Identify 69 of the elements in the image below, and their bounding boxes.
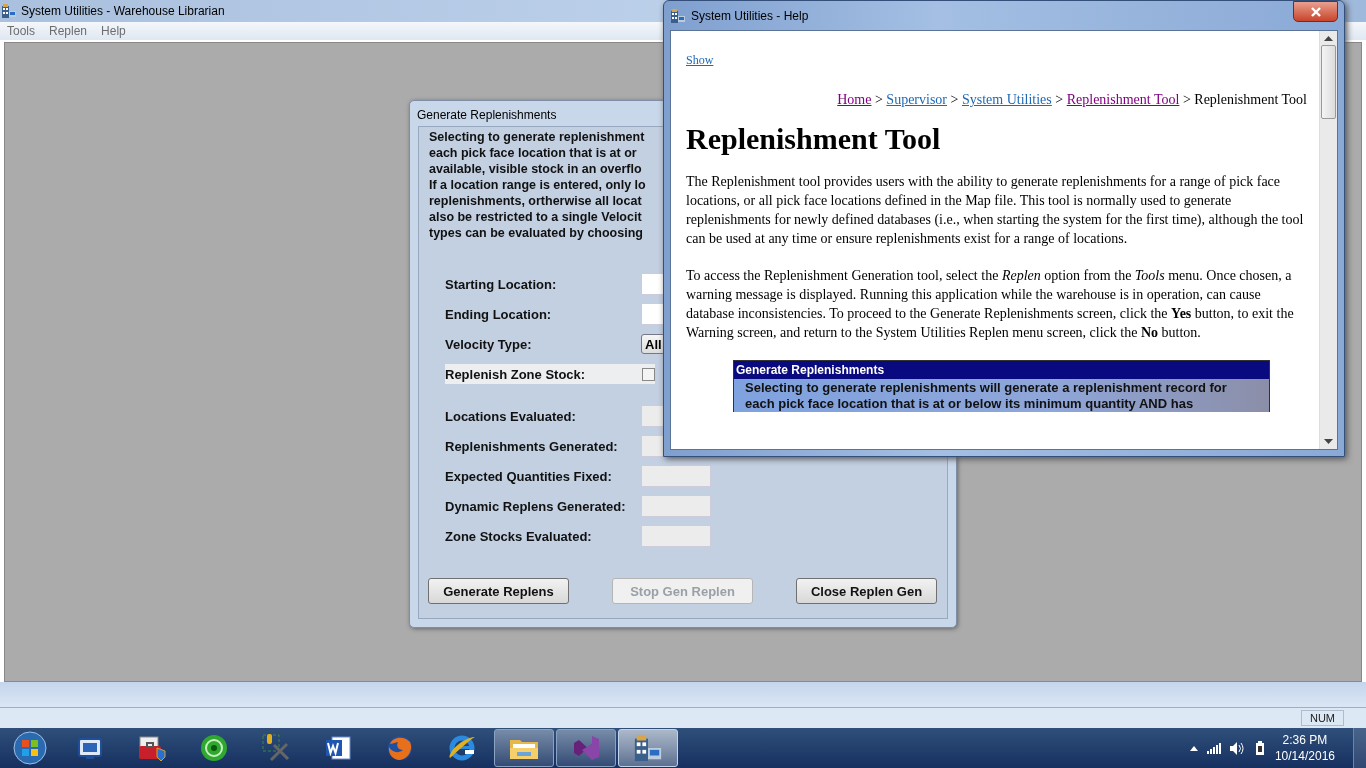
tray-expand-icon[interactable] <box>1189 745 1198 751</box>
breadcrumb-link[interactable]: System Utilities <box>961 92 1052 107</box>
paragraph: To access the Replenishment Generation tool, select the Replen option from the Tools menu. Once chosen, a warning message is displayed. Running this application while the warehouse is in operation, can cause database inconsistencies. To proceed to the Generate Replenishments screen, click the Yes button, to exit the Warning screen, and return to the System Utilities Replen menu screen, click the No button. <box>686 267 1295 342</box>
breadcrumb-current: Replenishment Tool <box>1194 92 1307 107</box>
field-label: Starting Location: <box>445 276 558 292</box>
start-button[interactable] <box>12 730 48 766</box>
clock[interactable]: 2:36 PM 10/14/2016 <box>1274 732 1335 764</box>
breadcrumb-link[interactable]: Home <box>837 92 872 107</box>
breadcrumb-separator: > <box>950 92 959 107</box>
page-heading: Replenishment Tool <box>686 122 942 156</box>
window-title: System Utilities - Help <box>691 8 809 23</box>
field-label: Expected Quantities Fixed: <box>445 468 613 484</box>
tools-icon <box>261 733 291 763</box>
description-text: each pick face location that is at or <box>429 145 638 161</box>
toolbox-icon <box>137 734 167 762</box>
description-text: types can be evaluated by choosing <box>429 225 644 241</box>
breadcrumb-separator: > <box>1055 92 1064 107</box>
speaker-icon[interactable] <box>1229 741 1245 755</box>
description-text: replenishments, ortherwise all locat <box>429 193 643 209</box>
scroll-thumb[interactable] <box>1321 45 1336 119</box>
window-icon <box>77 736 103 760</box>
description-text: Selecting to generate replenishment <box>429 129 646 145</box>
show-link[interactable]: Show <box>686 53 714 68</box>
globe-icon <box>386 734 414 762</box>
scroll-down-icon[interactable] <box>1324 438 1333 444</box>
app-icon <box>670 7 686 24</box>
dialog-button[interactable]: Generate Replens <box>428 578 569 604</box>
screenshot-text: Selecting to generate replenishments will generate a replenishment record for <box>745 380 1228 396</box>
menu-item[interactable]: Tools <box>0 24 42 38</box>
signal-icon[interactable] <box>1206 742 1221 754</box>
building-icon <box>633 733 663 763</box>
disc-icon <box>200 734 228 762</box>
breadcrumb-link[interactable]: Supervisor <box>886 92 948 107</box>
screenshot-text: each pick face location that is at or below its minimum quantity AND has <box>745 396 1195 412</box>
description-text: also be restricted to a single Velocit <box>429 209 643 225</box>
field-label: Replenishments Generated: <box>445 438 619 454</box>
document-icon <box>324 734 352 762</box>
browser-icon <box>447 734 477 762</box>
paragraph: The Replenishment tool provides users with the ability to generate replenishments for a range of pick face locations, or all pick face locations defined in the Map file. This tool is normally used to generate replenishments for newly defined databases (i.e., when starting the system for the first time), although the tool can be used at any time or ensure replenishments exist for a range of locations. <box>686 173 1305 248</box>
breadcrumb-link[interactable]: Replenishment Tool <box>1066 92 1180 107</box>
dialog-button[interactable]: Close Replen Gen <box>796 578 937 604</box>
field-label: Locations Evaluated: <box>445 408 577 424</box>
battery-icon[interactable] <box>1253 740 1266 756</box>
field-label: Zone Stocks Evaluated: <box>445 528 593 544</box>
checkbox[interactable] <box>642 367 655 381</box>
dialog-title: Generate Replenishments <box>416 107 558 124</box>
ribbon-icon <box>571 734 601 762</box>
field-label: Velocity Type: <box>445 336 533 352</box>
clock-date: 10/14/2016 <box>1274 748 1335 764</box>
num-lock-indicator: NUM <box>1300 710 1344 726</box>
output-field <box>641 525 711 547</box>
app-icon <box>1 3 17 19</box>
output-field <box>641 465 711 487</box>
clock-time: 2:36 PM <box>1282 732 1328 748</box>
output-field <box>641 495 711 517</box>
field-label: Ending Location: <box>445 306 553 322</box>
screenshot-title: Generate Replenishments <box>734 361 1269 379</box>
window-title: System Utilities - Warehouse Librarian <box>21 4 225 18</box>
menu-item[interactable]: Help <box>94 24 133 38</box>
breadcrumb-separator: > <box>874 92 883 107</box>
close-button[interactable] <box>1293 1 1338 22</box>
breadcrumb-separator: > <box>1182 92 1191 107</box>
close-icon <box>1309 6 1322 17</box>
description-text: If a location range is entered, only lo <box>429 177 647 193</box>
menu-item[interactable]: Replen <box>42 24 95 38</box>
field-label: Dynamic Replens Generated: <box>445 498 627 514</box>
taskbar-button[interactable] <box>494 729 554 767</box>
description-text: available, visible stock in an overflo <box>429 161 643 177</box>
field-label: Replenish Zone Stock: <box>445 366 587 382</box>
